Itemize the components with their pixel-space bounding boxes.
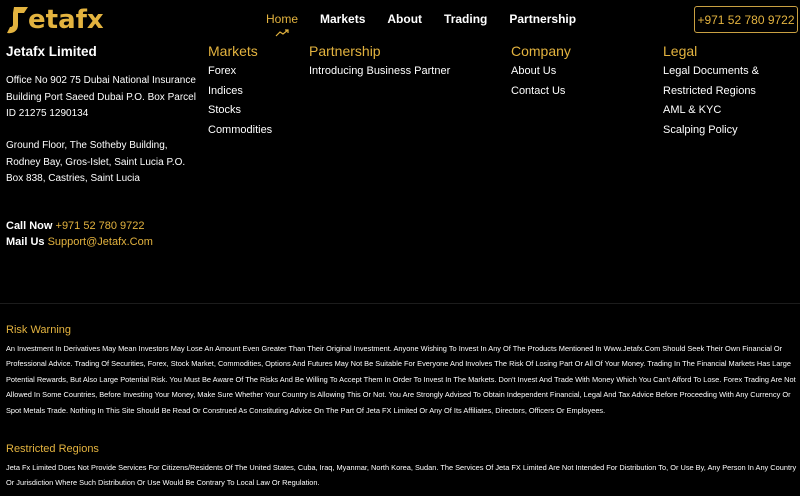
call-number-link[interactable]: +971 52 780 9722 [56,220,145,232]
link-indices[interactable]: Indices [208,82,272,102]
trend-arrow-icon [275,24,289,42]
link-forex[interactable]: Forex [208,62,272,82]
link-aml-kyc[interactable]: AML & KYC [663,101,759,121]
saint-lucia-address: Ground Floor, The Sotheby Building, Rodn… [6,140,186,184]
link-commodities[interactable]: Commodities [208,121,272,141]
link-about-us[interactable]: About Us [511,62,571,82]
link-contact-us[interactable]: Contact Us [511,82,571,102]
legal-title: Legal [663,43,698,59]
top-navbar: etafx Home Markets About Trading Partner… [0,0,800,40]
link-stocks[interactable]: Stocks [208,101,272,121]
logo-j-mark-icon [4,5,30,35]
link-scalping-policy[interactable]: Scalping Policy [663,121,759,141]
risk-warning-text: An Investment In Derivatives May Mean In… [6,344,796,415]
mail-line: Mail Us Support@Jetafx.Com [6,236,153,248]
call-label: Call Now [6,220,53,232]
jetafx-logo[interactable]: etafx [4,4,104,36]
company-title: Company [511,43,571,59]
company-name: Jetafx Limited [6,44,97,59]
nav-partnership[interactable]: Partnership [509,12,576,26]
link-introducing-business-partner[interactable]: Introducing Business Partner [309,62,450,82]
dubai-address: Office No 902 75 Dubai National Insuranc… [6,75,196,119]
nav-trading[interactable]: Trading [444,12,487,26]
logo-text: etafx [28,5,104,35]
risk-warning-title: Risk Warning [6,324,71,336]
nav-markets[interactable]: Markets [320,12,365,26]
markets-title: Markets [208,43,258,59]
company-name-suffix: Limited [45,44,97,59]
partnership-title: Partnership [309,43,381,59]
mail-label: Mail Us [6,236,45,248]
partnership-column: Partnership Introducing Business Partner [309,43,450,82]
phone-button[interactable]: +971 52 780 9722 [694,6,798,33]
call-line: Call Now +971 52 780 9722 [6,220,145,232]
main-nav: Home Markets About Trading Partnership [266,12,598,26]
link-restricted-regions[interactable]: Restricted Regions [663,82,759,102]
markets-column: Markets Forex Indices Stocks Commodities [208,43,272,141]
link-legal-documents[interactable]: Legal Documents & [663,62,759,82]
footer-divider [0,303,800,304]
restricted-regions-title: Restricted Regions [6,443,99,455]
mail-address-link[interactable]: Support@Jetafx.Com [48,236,153,248]
legal-column: Legal Legal Documents & Restricted Regio… [663,43,759,141]
restricted-regions-text: Jeta Fx Limited Does Not Provide Service… [6,463,797,488]
company-name-prefix: Jetafx [6,44,46,59]
company-column: Company About Us Contact Us [511,43,571,101]
nav-about[interactable]: About [387,12,422,26]
